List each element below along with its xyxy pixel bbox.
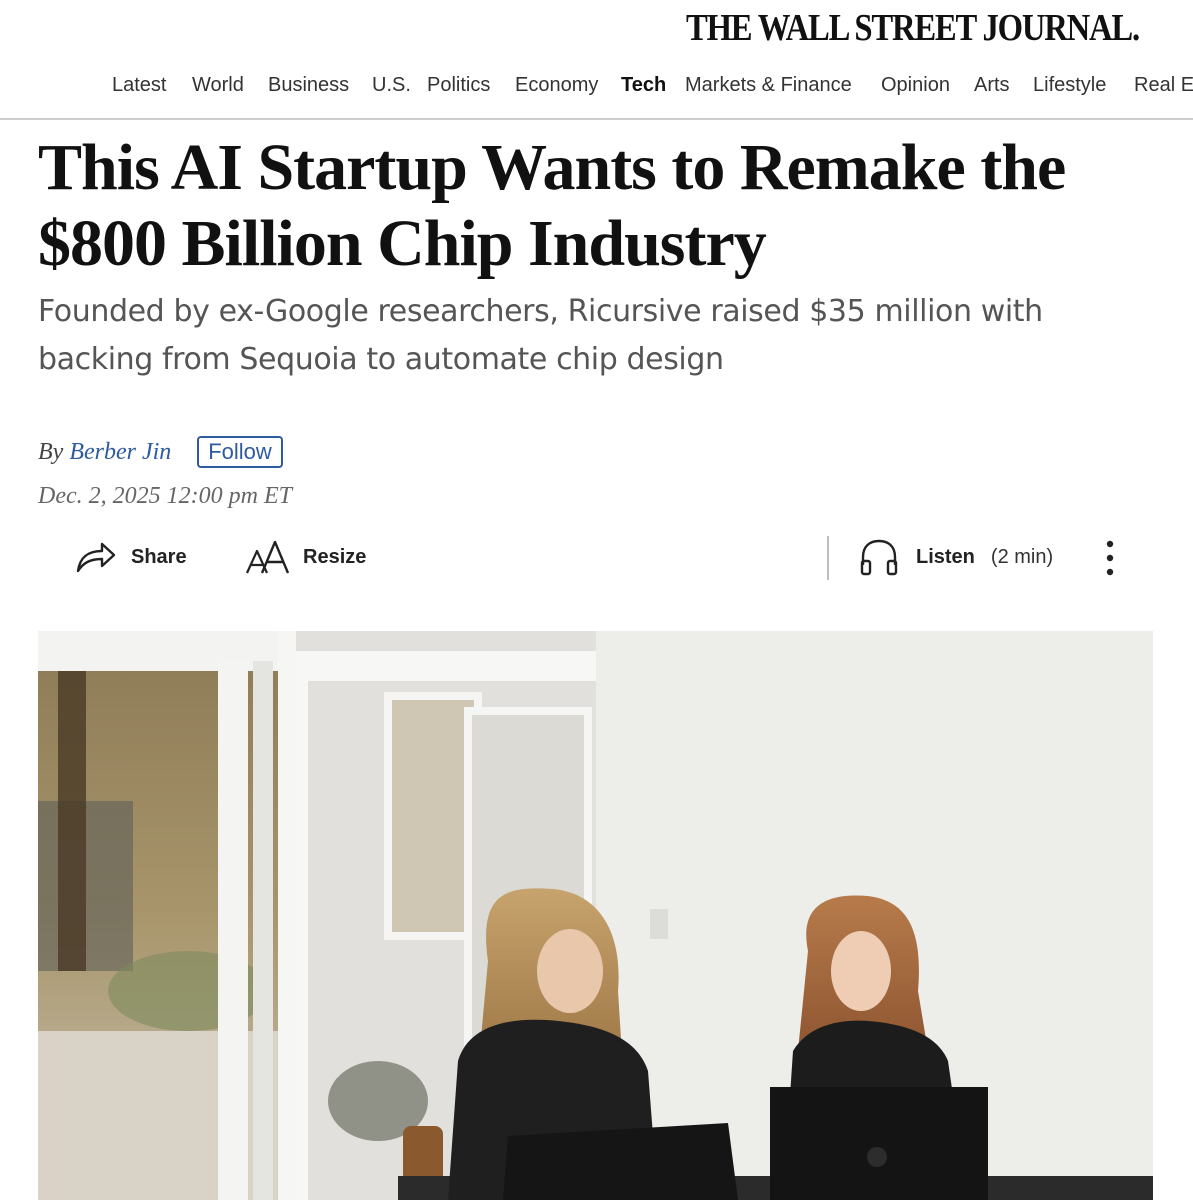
listen-duration: (2 min) xyxy=(990,545,1054,568)
resize-button[interactable]: Resize xyxy=(244,535,366,579)
byline: By Berber Jin xyxy=(38,434,171,470)
lead-photo xyxy=(38,631,1153,1200)
headline-line-2: $800 Billion Chip Industry xyxy=(38,207,767,280)
share-arrow-icon xyxy=(76,542,116,573)
headline-line-1: This AI Startup Wants to Remake the xyxy=(38,131,1066,204)
resize-label: Resize xyxy=(303,545,367,568)
lead-photo-illustration xyxy=(38,631,1153,1200)
headphones-icon xyxy=(860,539,898,576)
toolbar-divider xyxy=(827,536,829,580)
article-dek: Founded by ex-Google researchers, Ricurs… xyxy=(38,288,1148,384)
nav-item-real-estate[interactable]: Real E xyxy=(1134,72,1193,98)
publish-date: Dec. 2, 2025 12:00 pm ET xyxy=(38,483,292,509)
nav-item-world[interactable]: World xyxy=(192,72,244,98)
dek-line-2: backing from Sequoia to automate chip de… xyxy=(38,342,724,377)
share-label: Share xyxy=(131,545,187,568)
nav-item-politics[interactable]: Politics xyxy=(427,72,490,98)
nav-item-arts[interactable]: Arts xyxy=(974,72,1010,98)
nav-item-opinion[interactable]: Opinion xyxy=(881,72,950,98)
share-button[interactable]: Share xyxy=(74,535,187,579)
dek-line-1: Founded by ex-Google researchers, Ricurs… xyxy=(38,294,1043,329)
masthead-logo[interactable]: THE WALL STREET JOURNAL. xyxy=(686,8,1140,48)
nav-item-tech[interactable]: Tech xyxy=(621,72,666,98)
nav-item-lifestyle[interactable]: Lifestyle xyxy=(1033,72,1106,98)
nav-item-latest[interactable]: Latest xyxy=(112,72,166,98)
more-vertical-icon[interactable] xyxy=(1098,538,1122,578)
nav-divider xyxy=(0,118,1193,120)
nav-item-business[interactable]: Business xyxy=(268,72,349,98)
nav-item-us[interactable]: U.S. xyxy=(372,72,411,98)
follow-author-button[interactable]: Follow xyxy=(197,436,283,468)
section-nav: Latest World Business U.S. Politics Econ… xyxy=(0,70,1193,102)
byline-prefix: By xyxy=(38,439,64,465)
listen-label: Listen xyxy=(916,545,975,568)
article-headline: This AI Startup Wants to Remake the $800… xyxy=(38,130,1178,282)
nav-item-economy[interactable]: Economy xyxy=(515,72,598,98)
listen-button[interactable]: Listen (2 min) xyxy=(858,535,1053,579)
text-resize-icon xyxy=(245,540,290,574)
author-link[interactable]: Berber Jin xyxy=(69,439,171,465)
nav-item-markets-finance[interactable]: Markets & Finance xyxy=(685,72,852,98)
